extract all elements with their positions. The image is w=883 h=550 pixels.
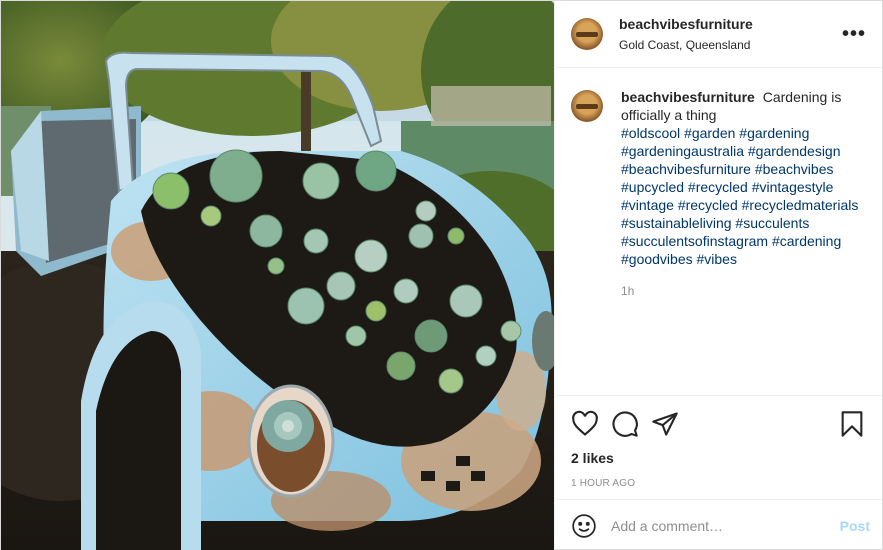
author-username[interactable]: beachvibesfurniture <box>619 16 838 32</box>
caption-body: beachvibesfurniture Cardening is officia… <box>621 88 866 300</box>
caption-username[interactable]: beachvibesfurniture <box>621 89 755 105</box>
caption-avatar[interactable] <box>571 90 603 122</box>
caption: beachvibesfurniture Cardening is officia… <box>571 88 866 300</box>
post-comment-button[interactable]: Post <box>840 518 870 534</box>
caption-time: 1h <box>621 284 635 298</box>
avatar[interactable] <box>571 18 603 50</box>
vw-beetle-planter-image <box>1 1 554 550</box>
speech-bubble-icon[interactable] <box>611 410 639 438</box>
post-side-panel: beachvibesfurniture Gold Coast, Queensla… <box>554 1 882 550</box>
post-header: beachvibesfurniture Gold Coast, Queensla… <box>555 1 882 68</box>
post-photo[interactable] <box>1 1 554 550</box>
post-location[interactable]: Gold Coast, Queensland <box>619 38 838 52</box>
hashtags[interactable]: #oldscool #garden #gardening #gardeninga… <box>621 125 858 267</box>
add-comment-bar: Post <box>555 499 882 550</box>
hashtag-list: #oldscool #garden #gardening #gardeninga… <box>621 124 866 268</box>
more-options-icon[interactable]: ••• <box>838 23 870 46</box>
instagram-post: beachvibesfurniture Gold Coast, Queensla… <box>0 0 883 550</box>
paper-plane-icon[interactable] <box>651 410 679 438</box>
comments-section: beachvibesfurniture Cardening is officia… <box>555 68 882 395</box>
action-icons <box>571 404 866 444</box>
post-actions: 2 likes 1 HOUR AGO <box>555 395 882 499</box>
comment-input[interactable] <box>611 517 840 534</box>
smiley-icon[interactable] <box>571 513 597 539</box>
bookmark-icon[interactable] <box>838 410 866 438</box>
like-count[interactable]: 2 likes <box>571 450 866 466</box>
heart-icon[interactable] <box>571 410 599 438</box>
author-info: beachvibesfurniture Gold Coast, Queensla… <box>619 16 838 52</box>
post-date[interactable]: 1 HOUR AGO <box>571 478 866 489</box>
